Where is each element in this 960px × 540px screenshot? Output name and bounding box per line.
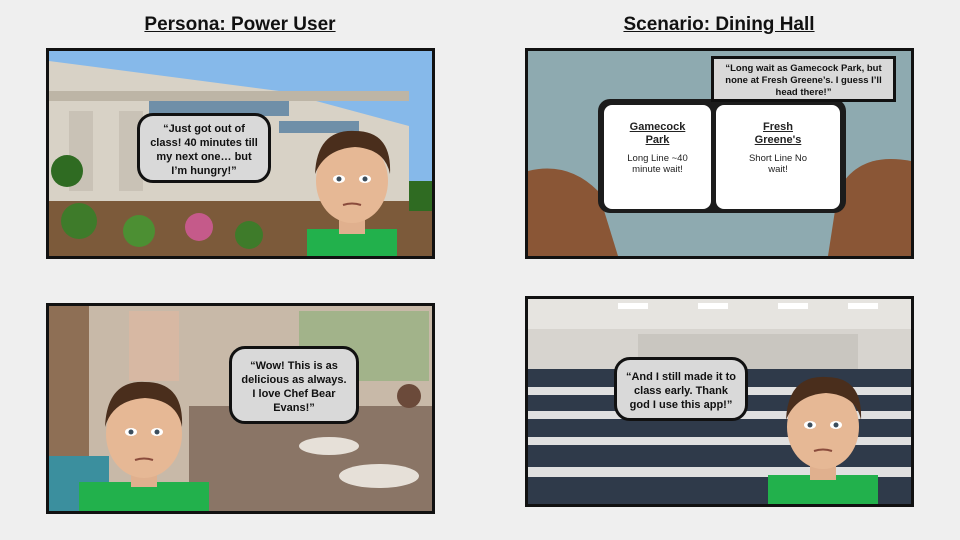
option-title: Gamecock Park <box>629 121 686 146</box>
persona-heading: Persona: Power User <box>144 14 336 35</box>
panel-building: “Just got out of class! 40 minutes till … <box>46 48 435 259</box>
speech-bubble: “And I still made it to class early. Tha… <box>614 357 748 421</box>
speech-bubble: “Just got out of class! 40 minutes till … <box>137 113 271 183</box>
panel-dining: “Wow! This is as delicious as always. I … <box>46 303 435 514</box>
character-head <box>307 130 397 256</box>
option-title: Fresh Greene's <box>754 121 802 146</box>
panel-lecture: “And I still made it to class early. Tha… <box>525 296 914 507</box>
scenario-heading: Scenario: Dining Hall <box>623 14 815 35</box>
character-head <box>79 381 209 511</box>
thought-callout: “Long wait as Gamecock Park, but none at… <box>711 56 896 102</box>
character-head <box>768 376 878 504</box>
option-fresh-greenes[interactable]: Fresh Greene's Short Line No wait! <box>716 105 840 209</box>
speech-bubble: “Wow! This is as delicious as always. I … <box>229 346 359 424</box>
option-gamecock-park[interactable]: Gamecock Park Long Line ~40 minute wait! <box>604 105 711 209</box>
panel-phone: Gamecock Park Long Line ~40 minute wait!… <box>525 48 914 259</box>
option-status: Short Line No wait! <box>748 153 808 175</box>
option-status: Long Line ~40 minute wait! <box>627 153 688 175</box>
